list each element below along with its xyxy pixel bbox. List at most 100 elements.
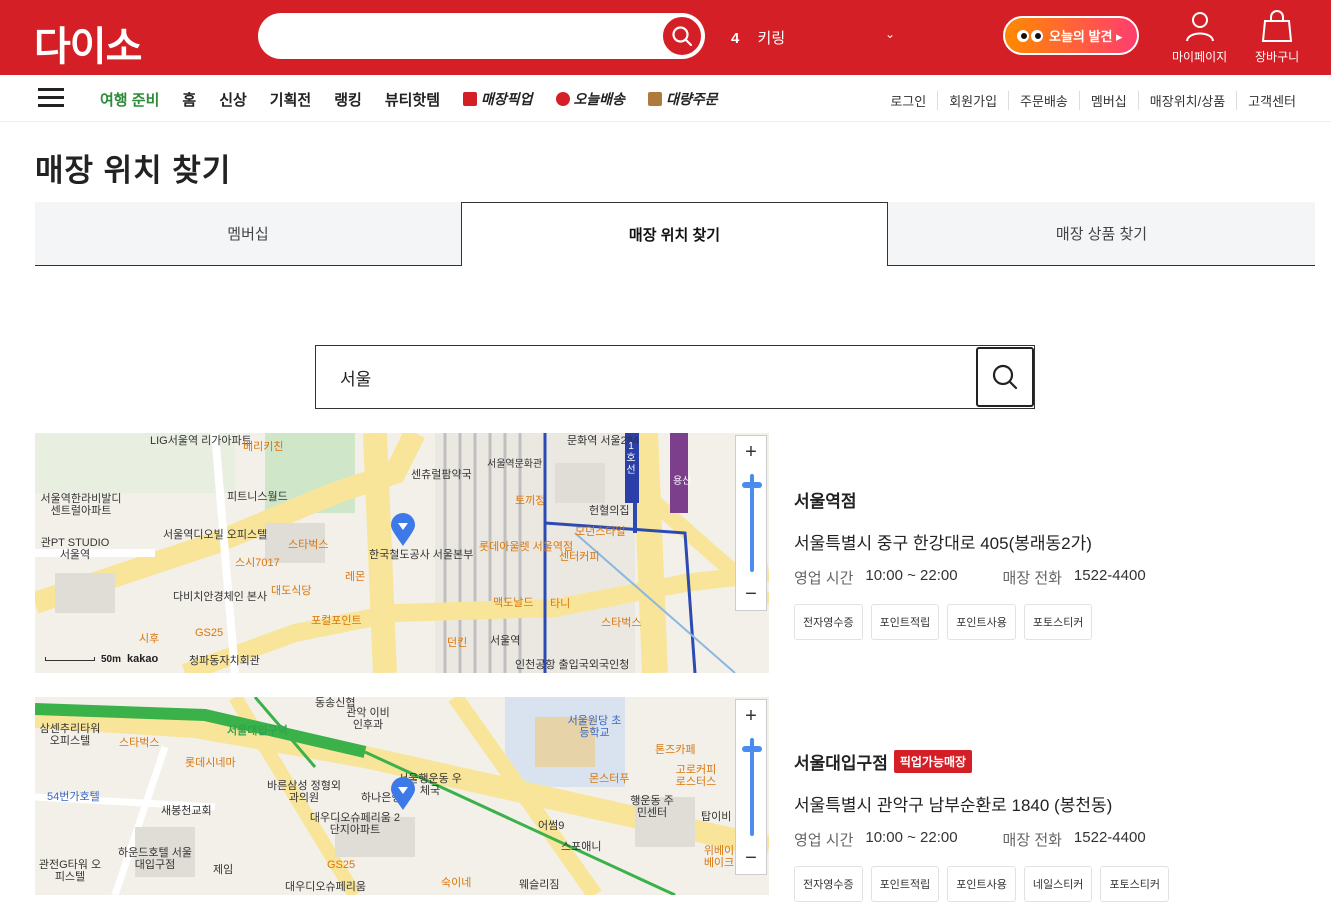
- nav-item-promotion[interactable]: 기획전: [270, 89, 311, 110]
- map-label: 어썸9: [538, 820, 565, 832]
- map-label: 하운드호텔 서울대입구점: [118, 847, 192, 871]
- nav-item-today-delivery[interactable]: 오늘배송: [555, 89, 625, 110]
- map-label: 웨슬리짐: [519, 879, 560, 891]
- service-tag: 포토스티커: [1023, 604, 1093, 640]
- map-label: 베리키친: [243, 441, 284, 453]
- store-pin-icon: [391, 513, 415, 546]
- map-label: 스포애니: [561, 841, 602, 853]
- map-label: 포컬포인트: [311, 615, 362, 627]
- menu-icon[interactable]: [38, 88, 64, 108]
- map-label: 1호선: [626, 441, 636, 476]
- store-map-seoul-univ[interactable]: 동송신협 관악 이비인후과 서울원당 초등학교 톤즈카페 삼센추리타워 오피스텔…: [35, 697, 769, 895]
- eyes-icon: [1017, 29, 1043, 42]
- map-label: 던킨: [447, 637, 468, 649]
- store-card-seoul-univ[interactable]: 서울대입구점 픽업가능매장 서울특별시 관악구 남부순환로 1840 (봉천동)…: [794, 749, 1170, 902]
- map-label: 숙이네: [441, 877, 472, 889]
- map-label: 센츄럴팜약국: [411, 469, 472, 481]
- map-label: 청파동자치회관: [189, 655, 260, 667]
- store-icon: [463, 92, 478, 106]
- map-label: 서울원당 초등학교: [567, 715, 622, 739]
- map-label: 서울대입구역: [227, 725, 288, 737]
- nav-item-bulk-order[interactable]: 대량주문: [648, 89, 718, 110]
- map-label: 삼센추리타워 오피스텔: [39, 723, 101, 747]
- map-label: 시후: [139, 633, 160, 645]
- map-label: 서울역디오빌 오피스텔: [163, 529, 268, 541]
- service-tag: 네일스티커: [1023, 866, 1093, 902]
- map-label: 스타벅스: [601, 617, 642, 629]
- service-tag: 포인트사용: [947, 866, 1016, 902]
- today-discover-button[interactable]: 오늘의 발견 ▸: [1003, 16, 1139, 55]
- nav-item-beauty[interactable]: 뷰티핫템: [385, 89, 440, 110]
- map-label: GS25: [327, 859, 356, 871]
- map-label: 탑이비: [701, 811, 732, 823]
- nav-items: 여행 준비 홈 신상 기획전 랭킹 뷰티핫템 매장픽업 오늘배송 대량주문: [100, 89, 741, 110]
- map-label: 행운동 주민센터: [630, 795, 674, 819]
- global-search-button[interactable]: [661, 15, 703, 57]
- service-tag: 포인트적립: [870, 866, 940, 902]
- zoom-out-button[interactable]: −: [736, 578, 766, 610]
- customer-center-link[interactable]: 고객센터: [1236, 91, 1307, 110]
- search-icon: [992, 364, 1018, 390]
- store-card-seoul-station[interactable]: 서울역점 서울특별시 중구 한강대로 405(봉래동2가) 영업 시간 10:0…: [794, 487, 1146, 640]
- service-tag: 전자영수증: [794, 604, 863, 640]
- kakao-logo: kakao: [127, 653, 159, 665]
- store-search-button[interactable]: [976, 347, 1034, 407]
- map-label: 인천공항 출입국외국인청: [515, 659, 630, 671]
- tab-store-products[interactable]: 매장 상품 찾기: [888, 202, 1315, 266]
- today-discover-label: 오늘의 발견 ▸: [1049, 29, 1123, 44]
- store-tags: 전자영수증 포인트적립 포인트사용 네일스티커 포토스티커: [794, 866, 1170, 902]
- map-label: 위베이 베이크: [703, 845, 735, 869]
- map-label: 관악 이비인후과: [346, 707, 390, 731]
- nav-item-home[interactable]: 홈: [182, 89, 196, 110]
- store-hours: 10:00 ~ 22:00: [865, 829, 958, 846]
- nav-item-travel[interactable]: 여행 준비: [100, 89, 159, 110]
- hours-label: 영업 시간: [794, 832, 854, 849]
- store-map-seoul-station[interactable]: LIG서울역 리가아파트 베리키친 센츄럴팜약국 서울역문화관 문화역 서울28…: [35, 433, 769, 673]
- global-search-input[interactable]: [258, 13, 705, 59]
- utility-links: 로그인 회원가입 주문배송 멤버십 매장위치/상품 고객센터: [879, 91, 1307, 110]
- store-phone: 1522-4400: [1073, 567, 1146, 584]
- cart-button[interactable]: 장바구니: [1255, 10, 1299, 65]
- service-tag: 포인트사용: [947, 604, 1016, 640]
- nav-item-store-pickup[interactable]: 매장픽업: [463, 89, 533, 110]
- map-label: 서울역한라비발디 센트럴아파트: [40, 493, 122, 517]
- nav-item-new[interactable]: 신상: [219, 89, 247, 110]
- zoom-in-button[interactable]: +: [736, 700, 766, 732]
- zoom-slider[interactable]: [736, 732, 766, 842]
- map-label: 롯데시네마: [185, 757, 236, 769]
- tab-store-locator[interactable]: 매장 위치 찾기: [461, 202, 888, 266]
- hours-label: 영업 시간: [794, 570, 854, 587]
- map-label: 모던스타일: [575, 526, 626, 538]
- login-link[interactable]: 로그인: [879, 91, 937, 110]
- store-locator-link[interactable]: 매장위치/상품: [1137, 91, 1236, 110]
- tab-membership[interactable]: 멤버십: [35, 202, 461, 266]
- nav-item-ranking[interactable]: 랭킹: [334, 89, 362, 110]
- store-name: 서울대입구점 픽업가능매장: [794, 749, 1169, 774]
- map-label: 센터커피: [559, 551, 600, 563]
- map-label: 스타벅스: [119, 737, 160, 749]
- shopping-bag-icon: [1261, 10, 1293, 42]
- service-tag: 포인트적립: [870, 604, 940, 640]
- chevron-down-icon[interactable]: ⌄: [885, 27, 895, 41]
- map-label: 대우디오슈페리움: [285, 881, 366, 893]
- map-zoom-control: + −: [735, 435, 767, 611]
- map-label: 스시7017: [235, 557, 280, 569]
- daiso-logo[interactable]: 다이소: [34, 14, 142, 72]
- mypage-button[interactable]: 마이페이지: [1172, 10, 1227, 65]
- zoom-in-button[interactable]: +: [736, 436, 766, 468]
- store-address: 서울특별시 중구 한강대로 405(봉래동2가): [794, 534, 1092, 553]
- membership-link[interactable]: 멤버십: [1078, 91, 1138, 110]
- orders-link[interactable]: 주문배송: [1008, 91, 1079, 110]
- map-label: 타니: [550, 598, 571, 610]
- zoom-slider[interactable]: [736, 468, 766, 578]
- search-icon: [672, 26, 693, 47]
- map-label: 몬스터푸: [589, 773, 630, 785]
- map-label: 토끼정: [515, 495, 546, 507]
- zoom-out-button[interactable]: −: [736, 842, 766, 874]
- signup-link[interactable]: 회원가입: [937, 91, 1008, 110]
- store-search-input[interactable]: [316, 346, 976, 408]
- service-tag: 포토스티커: [1100, 866, 1170, 902]
- box-icon: [648, 92, 663, 106]
- trending-keyword[interactable]: 4 키링: [731, 27, 785, 48]
- map-label: 관전G타워 오피스텔: [38, 859, 102, 883]
